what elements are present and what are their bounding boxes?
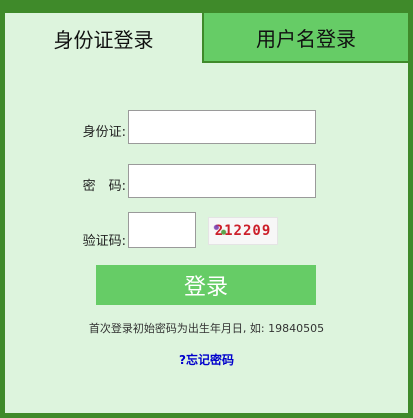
password-label: 密 码: bbox=[82, 179, 126, 194]
tab-id-card-login-label: 身份证登录 bbox=[53, 27, 154, 52]
login-tabs: 身份证登录 用户名登录 bbox=[5, 13, 408, 63]
captcha-image[interactable]: 212209 bbox=[208, 217, 278, 245]
login-frame: 身份证登录 用户名登录 身份证: 密 码: 验证码: 212209 登录 首次登… bbox=[0, 0, 413, 418]
tab-id-card-login[interactable]: 身份证登录 bbox=[5, 13, 202, 63]
captcha-label: 验证码: bbox=[82, 234, 126, 249]
login-button[interactable]: 登录 bbox=[96, 265, 316, 305]
tab-username-login[interactable]: 用户名登录 bbox=[202, 13, 408, 63]
login-panel: 身份证登录 用户名登录 身份证: 密 码: 验证码: 212209 登录 首次登… bbox=[5, 13, 408, 413]
captcha-noise bbox=[211, 221, 229, 237]
initial-password-hint: 首次登录初始密码为出生年月日, 如: 19840505 bbox=[88, 322, 325, 335]
id-card-label: 身份证: bbox=[82, 125, 126, 140]
captcha-input[interactable] bbox=[128, 212, 196, 248]
password-input[interactable] bbox=[128, 164, 316, 198]
forgot-password-link[interactable]: ?忘记密码 bbox=[5, 351, 408, 368]
id-card-input[interactable] bbox=[128, 110, 316, 144]
tab-username-login-label: 用户名登录 bbox=[256, 26, 356, 51]
